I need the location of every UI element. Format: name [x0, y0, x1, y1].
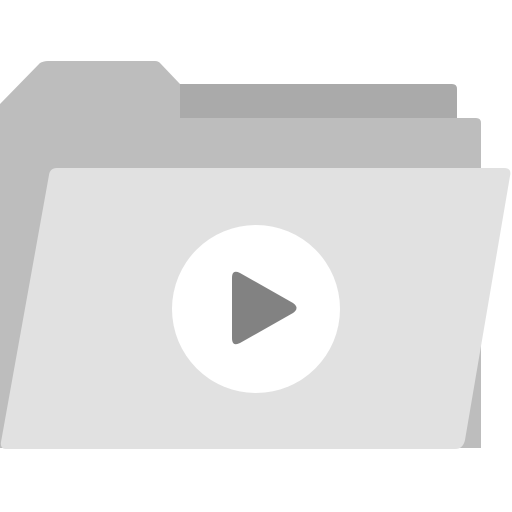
folder-tab-strip	[180, 84, 457, 118]
video-folder-icon	[0, 61, 511, 449]
icon-canvas	[0, 0, 512, 512]
